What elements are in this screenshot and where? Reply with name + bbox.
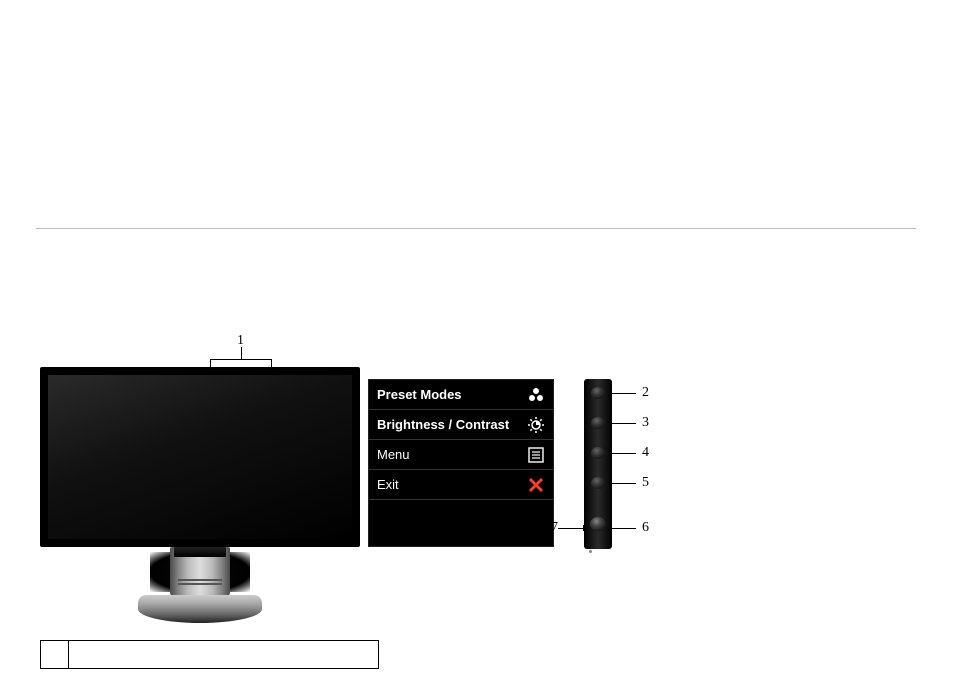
osd-label: Exit	[377, 477, 399, 492]
callout-7-tick	[583, 525, 584, 531]
monitor-stand-base	[138, 595, 262, 623]
callout-1-bracket	[210, 359, 272, 360]
monitor-bezel: DELL	[40, 367, 360, 547]
callout-3-label: 3	[642, 415, 649, 431]
menu-icon	[527, 446, 545, 464]
stand-vent	[178, 579, 222, 581]
stand-vent	[178, 583, 222, 585]
callout-3-line	[610, 423, 636, 424]
callout-7-label: 7	[551, 520, 558, 536]
function-button-2[interactable]	[591, 417, 605, 429]
callout-6-line	[610, 528, 636, 529]
monitor-screen	[48, 375, 352, 539]
horizontal-rule	[36, 228, 916, 229]
brightness-icon	[527, 416, 545, 434]
preset-modes-icon	[527, 386, 545, 404]
callout-6-label: 6	[642, 520, 649, 536]
osd-label: Preset Modes	[377, 387, 462, 402]
callout-4-label: 4	[642, 445, 649, 461]
table-cell	[69, 641, 379, 669]
osd-label: Brightness / Contrast	[377, 417, 509, 432]
callout-5-line	[610, 483, 636, 484]
callout-2-label: 2	[642, 385, 649, 401]
callout-1-tick-left	[210, 359, 211, 367]
callout-3-tick	[610, 420, 611, 426]
osd-menu: Preset Modes Brightness / Contrast Menu …	[368, 379, 554, 547]
power-led	[589, 550, 592, 553]
osd-row-exit[interactable]: Exit	[369, 470, 553, 500]
callout-6-tick	[610, 525, 611, 531]
callout-1-line	[241, 347, 242, 359]
callout-4-line	[610, 453, 636, 454]
monitor-front-view: DELL	[40, 367, 360, 627]
osd-row-brightness-contrast[interactable]: Brightness / Contrast	[369, 410, 553, 440]
table-cell	[41, 641, 69, 669]
monitor-buttons-strip	[584, 379, 612, 549]
osd-row-menu[interactable]: Menu	[369, 440, 553, 470]
osd-label: Menu	[377, 447, 410, 462]
callout-5-label: 5	[642, 475, 649, 491]
function-button-1[interactable]	[591, 387, 605, 399]
callout-4-tick	[610, 450, 611, 456]
legend-table	[40, 640, 379, 669]
monitor-stand-hinge	[174, 547, 226, 557]
function-button-4[interactable]	[591, 477, 605, 489]
callout-1-tick-right	[271, 359, 272, 367]
callout-7-line	[558, 528, 584, 529]
power-button[interactable]	[590, 517, 606, 531]
osd-empty-area	[369, 500, 553, 548]
callout-5-tick	[610, 480, 611, 486]
function-button-3[interactable]	[591, 447, 605, 459]
callout-2-tick	[610, 390, 611, 396]
close-icon	[527, 476, 545, 494]
callout-2-line	[610, 393, 636, 394]
osd-row-preset-modes[interactable]: Preset Modes	[369, 380, 553, 410]
